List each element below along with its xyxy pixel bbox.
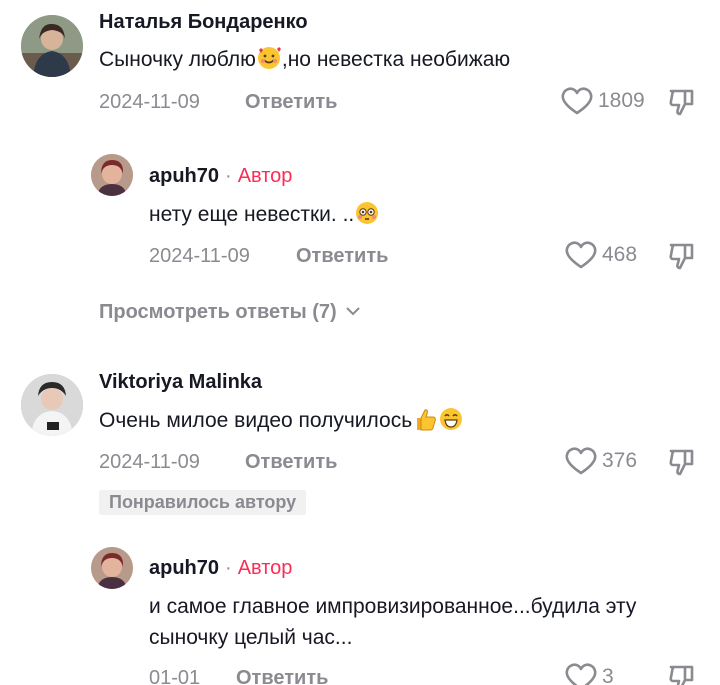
avatar[interactable] <box>91 547 133 589</box>
dislike-button[interactable] <box>667 447 697 482</box>
reply-username[interactable]: apuh70 <box>149 165 219 187</box>
like-count: 1809 <box>598 89 645 112</box>
thumbs-down-outline-icon <box>669 665 694 685</box>
liked-by-author-tag: Понравилось автору <box>99 490 307 515</box>
view-replies-label: Просмотреть ответы (7) <box>99 301 337 323</box>
reply-header: apuh70 · Автор <box>149 557 292 580</box>
like-button[interactable]: 1809 <box>560 86 645 116</box>
thumbs-down-outline-icon <box>669 243 694 270</box>
like-button[interactable]: 376 <box>564 446 637 476</box>
dislike-button[interactable] <box>667 663 697 685</box>
comment-text: Очень милое видео получилось <box>99 404 464 437</box>
comments-list: Наталья Бондаренко Сыночку люблю ,но неве… <box>0 0 720 685</box>
comment-text-part: Очень милое видео получилось <box>99 409 413 432</box>
smiling-face-with-hearts-emoji <box>256 45 282 71</box>
thumbs-down-outline-icon <box>669 89 694 116</box>
reply-header: apuh70 · Автор <box>149 165 292 188</box>
like-count: 3 <box>602 665 614 685</box>
like-button[interactable]: 3 <box>564 662 614 685</box>
view-replies-button[interactable]: Просмотреть ответы (7) <box>99 301 361 324</box>
heart-outline-icon <box>561 87 593 115</box>
reply-date: 2024-11-09 <box>149 245 250 267</box>
heart-outline-icon <box>565 663 597 685</box>
comment-date: 2024-11-09 <box>99 451 200 473</box>
comment-username[interactable]: Viktoriya Malinka <box>99 371 262 394</box>
reply-text-line: и самое главное импровизированное...буди… <box>149 595 637 618</box>
dislike-button[interactable] <box>667 87 697 122</box>
thumbs-up-emoji <box>412 406 438 432</box>
comment-text: Сыночку люблю ,но невестка необижаю <box>99 43 510 76</box>
reply-button[interactable]: Ответить <box>296 245 388 268</box>
author-badge: Автор <box>237 557 293 579</box>
dislike-button[interactable] <box>667 241 697 276</box>
separator-dot: · <box>225 165 232 187</box>
reply-date: 01-01 <box>149 667 201 685</box>
reply-text-part: нету еще невестки. .. <box>149 203 355 226</box>
like-count: 376 <box>602 449 638 472</box>
heart-outline-icon <box>565 241 597 269</box>
comment-text-part: ,но невестка необижаю <box>281 48 511 71</box>
thumbs-down-outline-icon <box>669 449 694 476</box>
comment-username[interactable]: Наталья Бондаренко <box>99 11 308 34</box>
reply-button[interactable]: Ответить <box>236 667 328 685</box>
separator-dot: · <box>225 557 232 579</box>
like-button[interactable]: 468 <box>564 240 637 270</box>
flushed-face-emoji <box>354 200 380 226</box>
avatar[interactable] <box>91 154 133 196</box>
avatar[interactable] <box>21 374 83 436</box>
reply-text-line: сыночку целый час... <box>149 626 353 649</box>
reply-username[interactable]: apuh70 <box>149 557 219 579</box>
heart-outline-icon <box>565 447 597 475</box>
author-badge: Автор <box>237 165 293 187</box>
grinning-face-emoji <box>438 406 464 432</box>
reply-text: нету еще невестки. .. <box>149 198 380 231</box>
avatar[interactable] <box>21 15 83 77</box>
like-count: 468 <box>602 243 638 266</box>
comment-text-part: Сыночку люблю <box>99 48 256 71</box>
chevron-down-icon <box>346 307 360 316</box>
comment-date: 2024-11-09 <box>99 91 200 113</box>
reply-button[interactable]: Ответить <box>245 91 337 114</box>
reply-button[interactable]: Ответить <box>245 451 337 474</box>
